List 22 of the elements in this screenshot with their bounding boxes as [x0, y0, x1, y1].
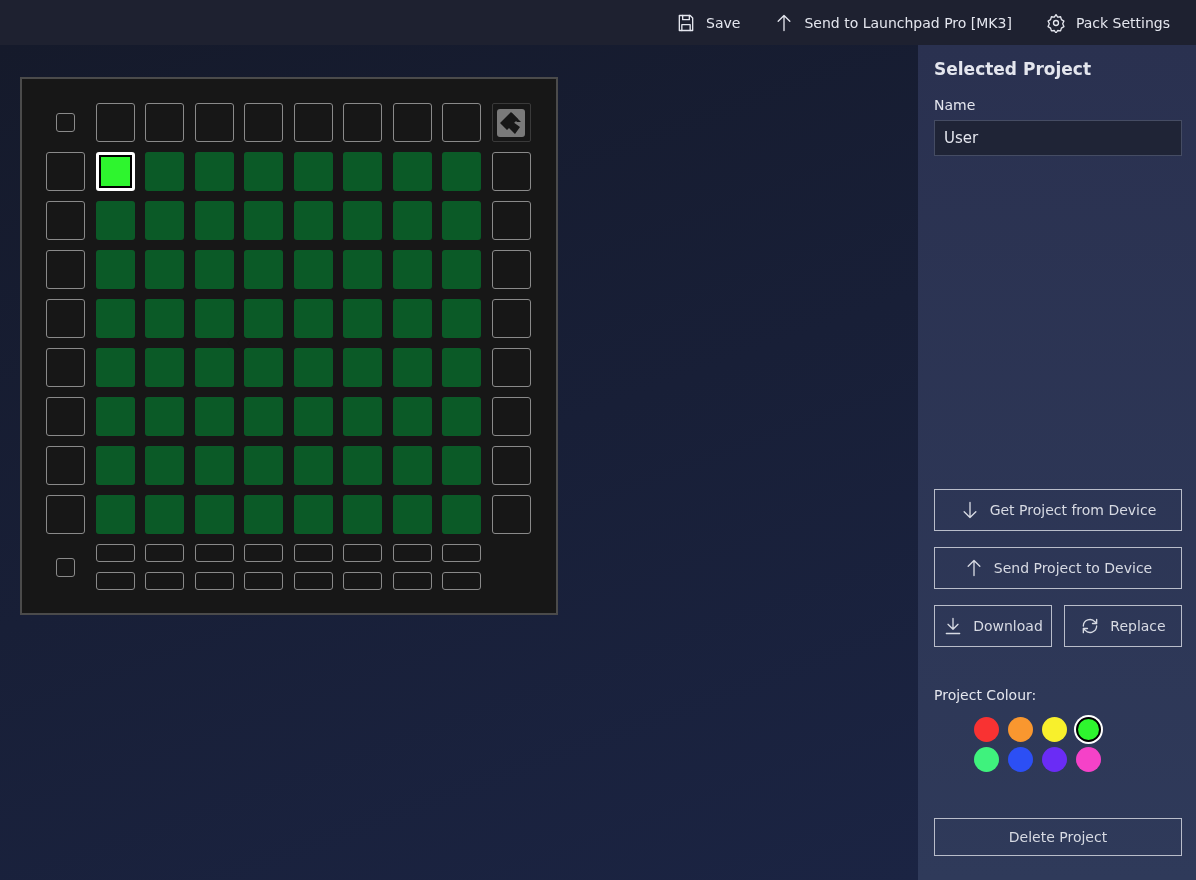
- delete-button[interactable]: Delete Project: [934, 818, 1182, 856]
- colour-swatch[interactable]: [1008, 717, 1033, 742]
- colour-swatch[interactable]: [1076, 747, 1101, 772]
- action-button[interactable]: Send Project to Device: [934, 547, 1182, 589]
- colour-swatch[interactable]: [1042, 747, 1067, 772]
- field-label: Name: [934, 97, 977, 113]
- name-field[interactable]: User: [934, 120, 1182, 156]
- settings-icon: [1045, 12, 1066, 33]
- colour-swatch[interactable]: [1076, 717, 1101, 742]
- colour-swatch[interactable]: [1042, 717, 1067, 742]
- toolbar-button[interactable]: Pack Settings: [1039, 8, 1176, 37]
- action-button[interactable]: Get Project from Device: [934, 489, 1182, 531]
- toolbar-button[interactable]: Send to Launchpad Pro [MK3]: [768, 8, 1018, 37]
- panel-title: Selected Project: [934, 59, 1093, 79]
- colour-swatch[interactable]: [974, 717, 999, 742]
- logo-icon: [491, 103, 531, 142]
- colour-swatch[interactable]: [1008, 747, 1033, 772]
- toolbar-button[interactable]: Save: [670, 8, 747, 37]
- action-button[interactable]: Replace: [1064, 605, 1182, 647]
- section-label: Project Colour:: [934, 687, 1038, 703]
- colour-swatch[interactable]: [974, 747, 999, 772]
- action-button[interactable]: Download: [934, 605, 1052, 647]
